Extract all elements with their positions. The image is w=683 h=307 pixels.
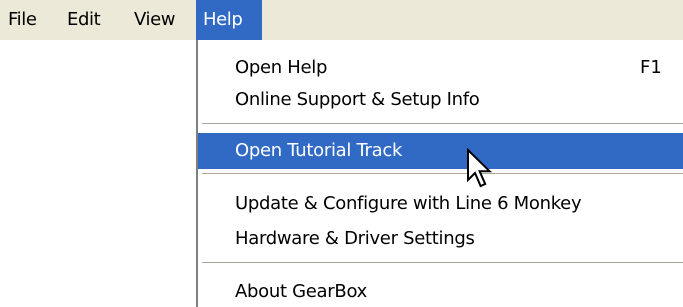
mouse-pointer-icon (467, 148, 493, 188)
menu-item-label: Open Tutorial Track (235, 140, 403, 161)
menu-item-shortcut: F1 (640, 57, 662, 78)
menu-item-open-help[interactable]: Open Help F1 (198, 50, 683, 86)
menu-edit[interactable]: Edit (67, 0, 101, 40)
menu-item-hardware-driver-settings[interactable]: Hardware & Driver Settings (198, 221, 683, 257)
menu-item-label: Online Support & Setup Info (235, 89, 480, 110)
menu-item-about-gearbox[interactable]: About GearBox (198, 274, 683, 307)
menu-file[interactable]: File (8, 0, 37, 40)
menu-item-update-configure[interactable]: Update & Configure with Line 6 Monkey (198, 186, 683, 222)
menu-bar: File Edit View Help (0, 0, 683, 40)
menu-item-online-support[interactable]: Online Support & Setup Info (198, 82, 683, 118)
menu-item-label: Open Help (235, 57, 328, 78)
menu-item-open-tutorial-track[interactable]: Open Tutorial Track (198, 133, 683, 169)
app-window: File Edit View Help Open Help F1 Online … (0, 0, 683, 307)
menu-item-label: About GearBox (235, 281, 367, 302)
help-dropdown-menu: Open Help F1 Online Support & Setup Info… (196, 40, 683, 307)
menu-separator (202, 173, 683, 175)
menu-item-label: Hardware & Driver Settings (235, 228, 475, 249)
menu-separator (202, 123, 683, 125)
menu-help[interactable]: Help (196, 0, 262, 40)
menu-view[interactable]: View (134, 0, 176, 40)
menu-item-label: Update & Configure with Line 6 Monkey (235, 193, 582, 214)
menu-separator (202, 262, 683, 264)
